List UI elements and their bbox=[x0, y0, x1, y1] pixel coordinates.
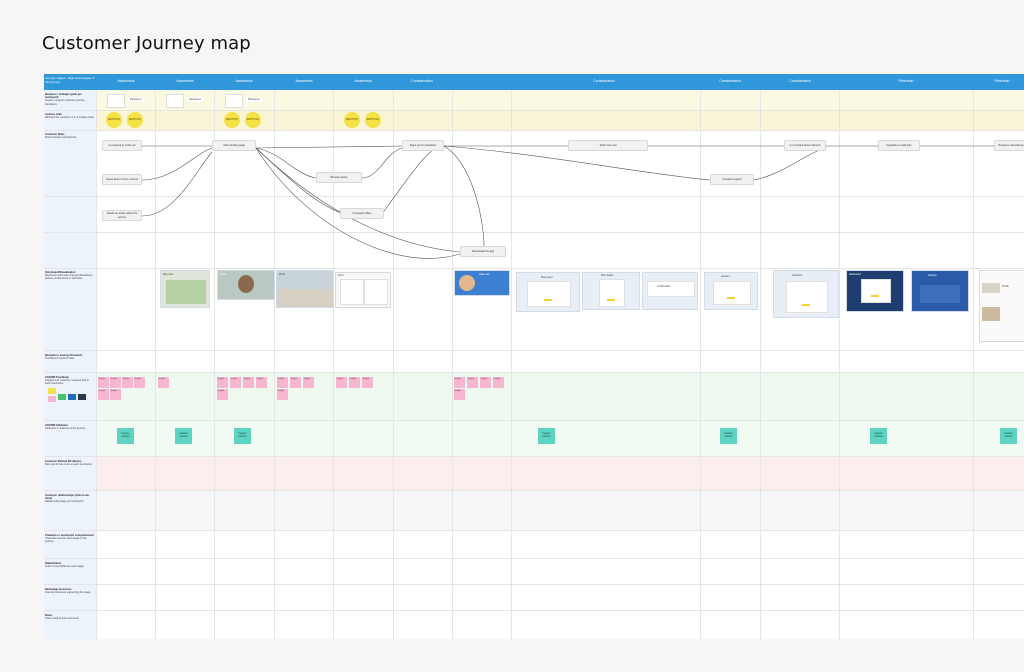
flow-step[interactable]: Browses plans bbox=[316, 172, 362, 183]
feature-sticky[interactable]: Feature solution bbox=[234, 428, 251, 444]
storyboard-label: Plan details bbox=[601, 274, 614, 277]
storyboard-label: Dashboard bbox=[849, 273, 861, 276]
flow-connections bbox=[141, 145, 994, 259]
insight-sticky[interactable]: Insight bbox=[303, 377, 314, 388]
insight-sticky[interactable]: Insight bbox=[98, 389, 109, 400]
insight-sticky[interactable]: Insight bbox=[480, 377, 491, 388]
storyboard-image[interactable]: Photo bbox=[276, 270, 334, 308]
storyboard-image[interactable]: Map view bbox=[160, 270, 210, 308]
flow-step[interactable]: Is exposed to online ad bbox=[102, 140, 142, 151]
storyboard-label: Form bbox=[338, 274, 344, 277]
legend-swatch bbox=[68, 394, 76, 400]
feature-sticky[interactable]: Feature solution bbox=[538, 428, 555, 444]
flow-step[interactable]: Signs up for newsletter bbox=[402, 140, 444, 151]
storyboard-label: Profile bbox=[1002, 285, 1009, 288]
insight-sticky[interactable]: Insight bbox=[454, 389, 465, 400]
flow-step[interactable]: Compares offers bbox=[340, 208, 384, 219]
insight-sticky[interactable]: Insight bbox=[230, 377, 241, 388]
insight-sticky[interactable]: Insight bbox=[277, 389, 288, 400]
storyboard-image[interactable]: Settings bbox=[911, 270, 969, 312]
storyboard-label: Map view bbox=[163, 273, 174, 276]
legend-swatch bbox=[78, 394, 86, 400]
feature-sticky[interactable]: Feature solution bbox=[720, 428, 737, 444]
storyboard-image[interactable]: Account bbox=[704, 272, 758, 310]
insight-sticky[interactable]: Insight bbox=[110, 389, 121, 400]
feature-sticky[interactable]: Feature solution bbox=[175, 428, 192, 444]
insight-sticky[interactable]: Insight bbox=[467, 377, 478, 388]
insight-sticky[interactable]: Insight bbox=[493, 377, 504, 388]
storyboard-label: Photo bbox=[220, 273, 227, 276]
flow-step[interactable]: Upgrades to paid plan bbox=[878, 140, 920, 151]
insight-sticky[interactable]: Insight bbox=[336, 377, 347, 388]
storyboard-image[interactable]: Photo bbox=[217, 270, 275, 300]
insight-sticky[interactable]: Insight bbox=[134, 377, 145, 388]
storyboard-image[interactable]: Video call bbox=[454, 270, 510, 296]
storyboard-image[interactable]: Plan select bbox=[516, 272, 580, 312]
journey-board: Journey stages · High-level stages of th… bbox=[44, 74, 1024, 639]
insight-sticky[interactable]: Insight bbox=[243, 377, 254, 388]
storyboard-image[interactable]: Confirmation bbox=[642, 272, 698, 310]
storyboard-image[interactable]: Plan details bbox=[582, 272, 640, 310]
storyboard-label: Checkout bbox=[792, 274, 803, 277]
legend-swatch bbox=[48, 388, 56, 394]
storyboard-label: Photo bbox=[279, 273, 286, 276]
insight-sticky[interactable]: Insight bbox=[110, 377, 121, 388]
flow-step[interactable]: Visits landing page bbox=[212, 140, 256, 151]
feature-sticky[interactable]: Feature solution bbox=[1000, 428, 1017, 444]
storyboard-label: Settings bbox=[928, 274, 937, 277]
insight-sticky[interactable]: Insight bbox=[454, 377, 465, 388]
insight-sticky[interactable]: Insight bbox=[349, 377, 360, 388]
flow-step[interactable]: Hears about it from a friend bbox=[102, 174, 142, 185]
storyboard-image[interactable]: Profile bbox=[979, 270, 1024, 342]
insight-sticky[interactable]: Insight bbox=[98, 377, 109, 388]
storyboard-image[interactable]: Form bbox=[335, 272, 391, 308]
feature-sticky[interactable]: Feature solution bbox=[870, 428, 887, 444]
legend-swatch bbox=[58, 394, 66, 400]
legend-swatch bbox=[48, 396, 56, 402]
storyboard-label: Account bbox=[721, 275, 730, 278]
insight-sticky[interactable]: Insight bbox=[217, 389, 228, 400]
flow-step[interactable]: Is reminded about trial end bbox=[784, 140, 826, 151]
insight-sticky[interactable]: Insight bbox=[362, 377, 373, 388]
feature-sticky[interactable]: Feature solution bbox=[117, 428, 134, 444]
storyboard-image[interactable]: Checkout bbox=[773, 270, 839, 318]
insight-sticky[interactable]: Insight bbox=[256, 377, 267, 388]
storyboard-image[interactable]: Dashboard bbox=[846, 270, 904, 312]
insight-sticky[interactable]: Insight bbox=[122, 377, 133, 388]
insight-sticky[interactable]: Insight bbox=[277, 377, 288, 388]
flow-step[interactable]: Contacts support bbox=[710, 174, 754, 185]
flow-step[interactable]: Downloads the app bbox=[460, 246, 506, 257]
storyboard-label: Video call bbox=[479, 273, 490, 276]
flow-step[interactable]: Receives onboarding email bbox=[994, 140, 1024, 151]
insight-sticky[interactable]: Insight bbox=[217, 377, 228, 388]
page-title: Customer Journey map bbox=[42, 33, 251, 54]
flow-step[interactable]: Starts free trial bbox=[568, 140, 648, 151]
insight-sticky[interactable]: Insight bbox=[290, 377, 301, 388]
storyboard-label: Confirmation bbox=[657, 285, 671, 288]
flow-step[interactable]: Reads an article about the service bbox=[102, 210, 142, 221]
insight-sticky[interactable]: Insight bbox=[158, 377, 169, 388]
storyboard-label: Plan select bbox=[541, 276, 553, 279]
